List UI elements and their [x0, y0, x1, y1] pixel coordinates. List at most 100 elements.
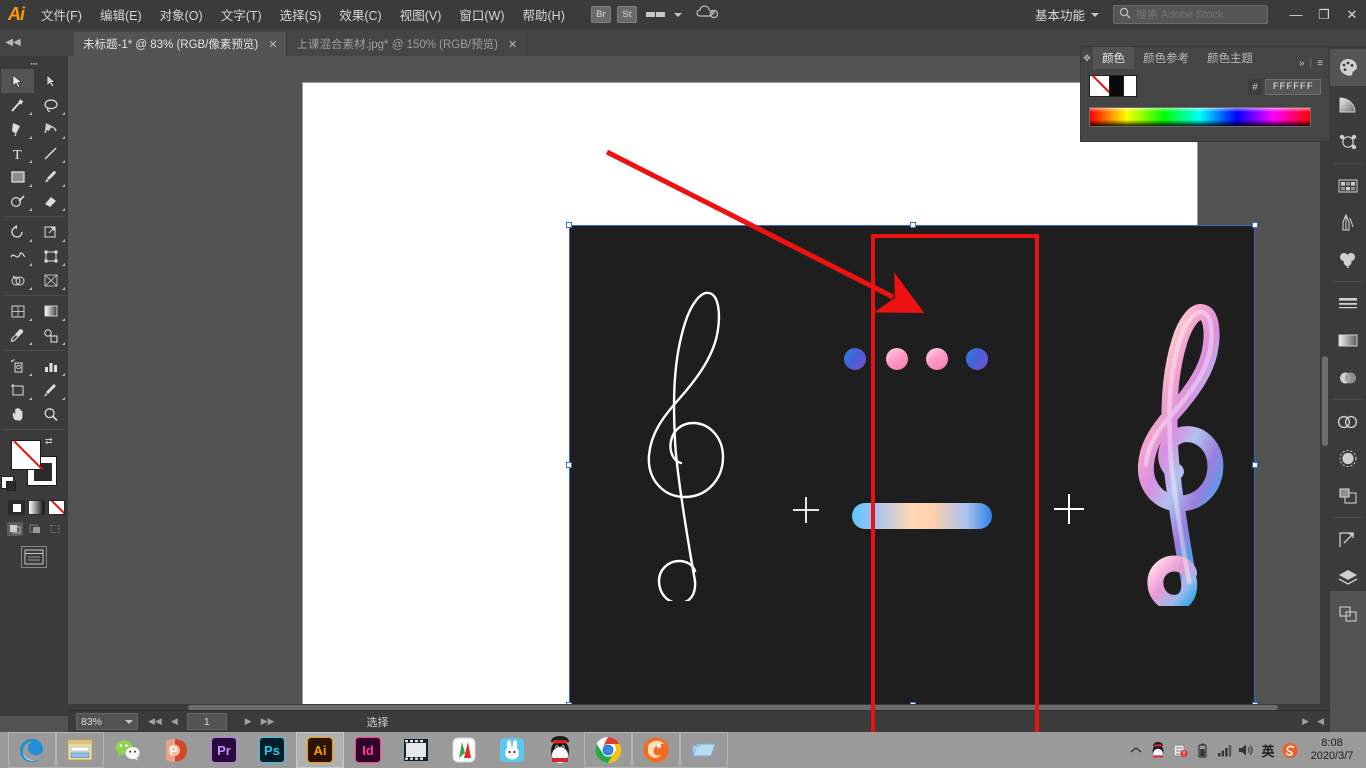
menu-select[interactable]: 选择(S): [271, 0, 331, 29]
security-tray-icon[interactable]: [1172, 742, 1188, 758]
taskbar-file-explorer[interactable]: [56, 732, 104, 768]
taskbar-powerpoint[interactable]: P: [152, 732, 200, 768]
taskbar-edge-browser[interactable]: [8, 732, 56, 768]
next-artboard-icon[interactable]: ▶: [245, 716, 252, 727]
gradient-bar-panel-icon[interactable]: [1330, 322, 1366, 359]
shaper-tool[interactable]: [1, 189, 34, 213]
menu-file[interactable]: 文件(F): [32, 0, 91, 29]
menu-help[interactable]: 帮助(H): [514, 0, 574, 29]
rotate-tool[interactable]: [1, 220, 34, 244]
color-mode-button[interactable]: [8, 500, 25, 515]
gradient-tool[interactable]: [34, 299, 67, 323]
taskbar-premiere-pro[interactable]: Pr: [200, 732, 248, 768]
screen-mode-icon[interactable]: [21, 546, 47, 568]
line-segment-tool[interactable]: [34, 141, 67, 165]
width-tool[interactable]: [1, 244, 34, 268]
scale-tool[interactable]: [34, 220, 67, 244]
hex-value-input[interactable]: FFFFFF: [1265, 79, 1321, 95]
transform-panel-icon[interactable]: [1330, 521, 1366, 558]
show-hidden-icons[interactable]: [1128, 742, 1144, 758]
taskbar-photoshop[interactable]: Ps: [248, 732, 296, 768]
lasso-tool[interactable]: [34, 93, 67, 117]
menu-object[interactable]: 对象(O): [151, 0, 212, 29]
direct-selection-tool[interactable]: [34, 69, 67, 93]
mesh-tool[interactable]: [1, 299, 34, 323]
document-tab-1[interactable]: 未标题-1* @ 83% (RGB/像素预览) ✕: [74, 32, 288, 56]
fill-swatch[interactable]: [11, 440, 41, 470]
creative-cloud-libraries-icon[interactable]: [1330, 403, 1366, 440]
slice-tool[interactable]: [34, 378, 67, 402]
transparency-panel-icon[interactable]: [1330, 359, 1366, 396]
draw-inside-icon[interactable]: [47, 522, 63, 536]
color-panel-icon[interactable]: [1330, 49, 1366, 86]
tab-color-themes[interactable]: 颜色主题: [1198, 47, 1262, 69]
arrange-documents-icon[interactable]: [645, 8, 668, 22]
qq-tray-icon[interactable]: [1150, 742, 1166, 758]
workspace-switcher[interactable]: 基本功能: [1035, 5, 1085, 24]
layers-panel-icon[interactable]: [1330, 558, 1366, 595]
taskbar-firefox-browser[interactable]: [632, 732, 680, 768]
symbols-panel-icon[interactable]: [1330, 241, 1366, 278]
paintbrush-tool[interactable]: [34, 165, 67, 189]
pathfinder-panel-icon[interactable]: [1330, 477, 1366, 514]
menu-view[interactable]: 视图(V): [391, 0, 451, 29]
taskbar-indesign[interactable]: Id: [344, 732, 392, 768]
swatches-panel-icon[interactable]: [1330, 167, 1366, 204]
stock-button[interactable]: St: [616, 6, 637, 23]
fill-stroke-controls[interactable]: ⇄: [1, 436, 67, 498]
blend-dots-group[interactable]: [844, 348, 994, 378]
taskbar-illustrator[interactable]: Ai: [296, 732, 344, 768]
artboard-tool[interactable]: [1, 378, 34, 402]
color-guide-panel-icon[interactable]: [1330, 123, 1366, 160]
taskbar-clock[interactable]: 8:08 2020/3/7: [1304, 737, 1360, 763]
artboard-number-input[interactable]: 1: [186, 713, 227, 730]
last-artboard-icon[interactable]: ▶▶: [261, 716, 275, 727]
menu-window[interactable]: 窗口(W): [450, 0, 513, 29]
color-panel-menu-icon[interactable]: ≡: [1317, 58, 1323, 69]
hand-tool[interactable]: [1, 402, 34, 426]
color-none-swatch[interactable]: [1089, 75, 1111, 97]
battery-tray-icon[interactable]: [1194, 742, 1210, 758]
white-line-treble-clef[interactable]: [633, 281, 761, 606]
none-mode-button[interactable]: [48, 500, 65, 515]
document-tab-2[interactable]: 上课混合素材.jpg* @ 150% (RGB/预览) ✕: [287, 32, 528, 56]
gradient-panel-icon[interactable]: [1330, 86, 1366, 123]
zoom-level-selector[interactable]: 83%: [76, 713, 138, 730]
status-prev-icon[interactable]: ◀: [1317, 716, 1324, 727]
perspective-grid-tool[interactable]: [34, 268, 67, 292]
zoom-chevron-down-icon[interactable]: [125, 719, 133, 724]
draw-behind-icon[interactable]: [27, 522, 43, 536]
menu-effect[interactable]: 效果(C): [330, 0, 390, 29]
blend-tool[interactable]: [34, 323, 67, 347]
blend-dot-1[interactable]: [844, 348, 866, 370]
color-panel-collapse-icon[interactable]: »: [1299, 58, 1305, 69]
sync-settings-icon[interactable]: [696, 5, 719, 24]
gradient-treble-clef[interactable]: [1131, 296, 1251, 611]
color-panel-swatches[interactable]: [1089, 75, 1137, 99]
draw-normal-icon[interactable]: [7, 522, 23, 536]
column-graph-tool[interactable]: [34, 354, 67, 378]
color-white-swatch[interactable]: [1123, 75, 1137, 97]
gradient-mode-button[interactable]: [28, 500, 45, 515]
swap-fill-stroke-icon[interactable]: ⇄: [45, 436, 53, 447]
panel-collapse-icon[interactable]: ◀◀: [0, 29, 26, 56]
curvature-tool[interactable]: [34, 117, 67, 141]
blend-dot-2[interactable]: [886, 348, 908, 370]
type-tool[interactable]: T: [1, 141, 34, 165]
color-panel-grip-icon[interactable]: ✥: [1081, 47, 1093, 69]
taskbar-video-editor[interactable]: [392, 732, 440, 768]
document-tab-2-close-icon[interactable]: ✕: [508, 38, 517, 51]
stock-search-input[interactable]: [1136, 8, 1262, 21]
network-tray-icon[interactable]: [1216, 742, 1232, 758]
brushes-panel-icon[interactable]: [1330, 204, 1366, 241]
stock-search-box[interactable]: [1113, 5, 1268, 24]
color-spectrum-ramp[interactable]: [1089, 107, 1311, 127]
blend-dot-3[interactable]: [926, 348, 948, 370]
document-canvas[interactable]: [68, 56, 1330, 710]
shape-builder-tool[interactable]: [1, 268, 34, 292]
eyedropper-tool[interactable]: [1, 323, 34, 347]
volume-tray-icon[interactable]: [1238, 742, 1254, 758]
prev-artboard-icon[interactable]: ◀: [171, 716, 178, 727]
status-next-icon[interactable]: ▶: [1302, 716, 1309, 727]
default-fill-stroke-icon[interactable]: [1, 476, 16, 491]
